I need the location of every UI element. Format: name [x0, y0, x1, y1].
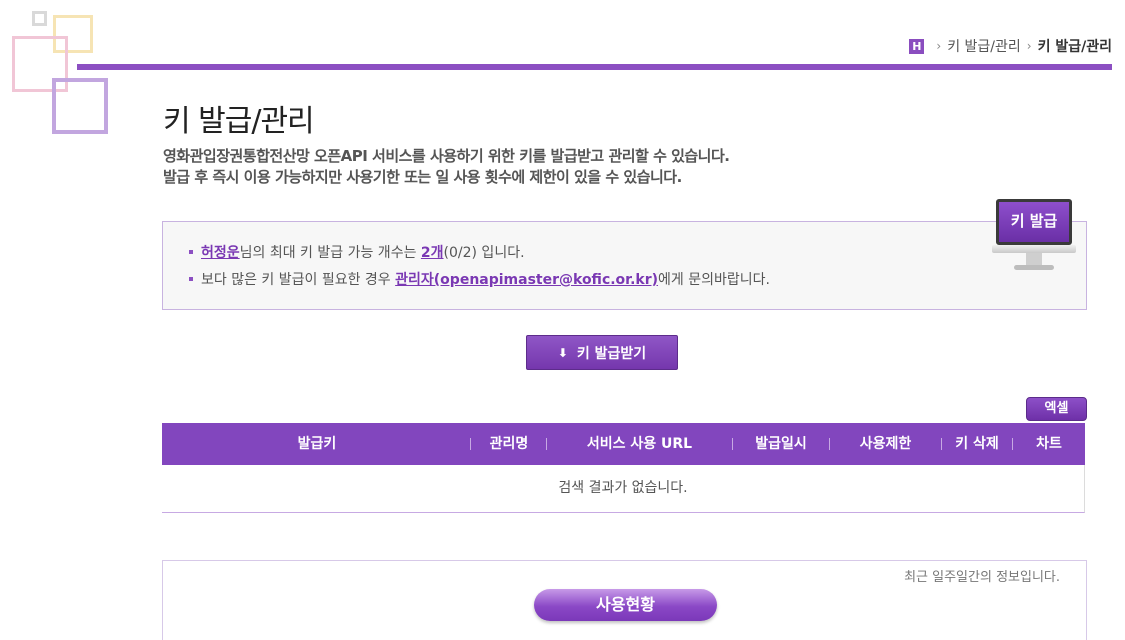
excel-button[interactable]: 엑셀	[1026, 397, 1087, 421]
col-service-url: 서비스 사용 URL	[586, 436, 693, 452]
chevron-right-icon: ›	[936, 39, 942, 53]
col-chart: 차트	[1036, 436, 1062, 452]
col-issued-key: 발급키	[297, 436, 337, 452]
issue-key-label: 키 발급받기	[576, 345, 647, 362]
download-icon: ⬇	[557, 345, 568, 360]
decor-square-gray	[32, 11, 47, 26]
col-manage-name: 관리명	[489, 436, 529, 452]
info-text: 에게 문의바랍니다.	[658, 272, 770, 288]
user-name-link[interactable]: 허정운	[201, 245, 240, 261]
usage-box: 최근 일주일간의 정보입니다. 사용현황	[162, 560, 1087, 640]
info-list: 허정운님의 최대 키 발급 가능 개수는 2개(0/2) 입니다. 보다 많은 …	[189, 242, 770, 296]
breadcrumb-parent[interactable]: 키 발급/관리	[947, 36, 1021, 56]
max-count-link[interactable]: 2개	[421, 245, 444, 261]
monitor-screen-label: 키 발급	[996, 199, 1072, 245]
breadcrumb-current: 키 발급/관리	[1037, 39, 1112, 55]
table-empty-row: 검색 결과가 없습니다.	[162, 465, 1085, 513]
bullet-icon	[189, 250, 193, 254]
description-line-2: 발급 후 즉시 이용 가능하지만 사용기한 또는 일 사용 횟수에 제한이 있을…	[163, 168, 682, 186]
page-title: 키 발급/관리	[163, 104, 315, 139]
key-info-box: 허정운님의 최대 키 발급 가능 개수는 2개(0/2) 입니다. 보다 많은 …	[162, 221, 1087, 310]
monitor-base	[1014, 265, 1054, 270]
info-item-contact: 보다 많은 키 발급이 필요한 경우 관리자(openapimaster@kof…	[189, 269, 770, 296]
info-text: 보다 많은 키 발급이 필요한 경우	[201, 272, 396, 288]
monitor-stand	[992, 245, 1076, 253]
decor-square-purple	[52, 78, 108, 134]
table-header: 발급키 관리명 서비스 사용 URL 발급일시 사용제한 키 삭제 차트	[162, 423, 1085, 465]
home-icon[interactable]: H	[909, 38, 925, 54]
monitor-icon: 키 발급	[992, 197, 1076, 275]
breadcrumb: H › 키 발급/관리 › 키 발급/관리	[909, 36, 1112, 56]
usage-status-button[interactable]: 사용현황	[534, 589, 717, 621]
info-text: (0/2) 입니다.	[443, 245, 525, 261]
col-issued-date: 발급일시	[755, 436, 807, 452]
info-text: 님의 최대 키 발급 가능 개수는	[239, 245, 421, 261]
issue-key-button[interactable]: ⬇ 키 발급받기	[526, 335, 678, 370]
description-line-1: 영화관입장권통합전산망 오픈API 서비스를 사용하기 위한 키를 발급받고 관…	[163, 147, 730, 165]
bullet-icon	[189, 277, 193, 281]
usage-note: 최근 일주일간의 정보입니다.	[904, 570, 1060, 585]
monitor-neck	[1026, 253, 1042, 265]
admin-email-link[interactable]: 관리자(openapimaster@kofic.or.kr)	[395, 272, 658, 288]
page-description: 영화관입장권통합전산망 오픈API 서비스를 사용하기 위한 키를 발급받고 관…	[163, 146, 730, 188]
header-divider	[77, 64, 1112, 70]
col-delete-key: 키 삭제	[955, 436, 999, 452]
info-item-max-keys: 허정운님의 최대 키 발급 가능 개수는 2개(0/2) 입니다.	[189, 242, 770, 269]
chevron-right-icon: ›	[1026, 39, 1032, 53]
col-usage-limit: 사용제한	[859, 436, 912, 452]
